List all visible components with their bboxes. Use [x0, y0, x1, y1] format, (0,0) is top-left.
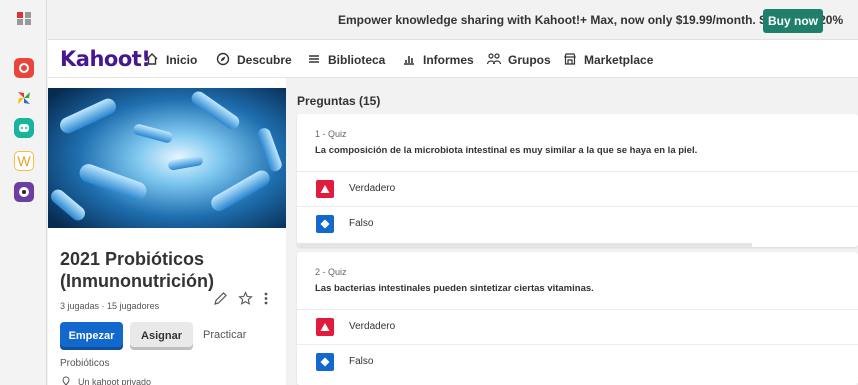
question-card[interactable]: 2 - Quiz Las bacterias intestinales pued… [297, 252, 858, 385]
nav-item-inicio[interactable]: Inicio [144, 52, 197, 68]
answer-row: Falso [297, 344, 858, 379]
nav-item-label: Inicio [166, 53, 198, 67]
kahoot-actions [213, 291, 269, 310]
nav-item-informes[interactable]: Informes [401, 52, 474, 68]
compass-icon [215, 52, 231, 69]
assign-button[interactable]: Asignar [130, 322, 193, 350]
start-button[interactable]: Empezar [60, 322, 123, 350]
nav-item-label: Marketplace [584, 53, 654, 67]
people-icon [486, 52, 502, 69]
question-card[interactable]: 1 - Quiz La composición de la microbiota… [297, 114, 858, 247]
kahoot-title: 2021 Probióticos (Inmunonutrición) [60, 249, 214, 291]
extension-pinwheel-icon[interactable] [14, 88, 34, 108]
nav-item-descubre[interactable]: Descubre [215, 52, 292, 68]
apps-grid-icon[interactable] [14, 8, 34, 28]
triangle-icon [316, 318, 334, 336]
list-icon [306, 52, 322, 69]
kahoot-category: Probióticos [60, 358, 110, 369]
questions-heading: Preguntas (15) [297, 94, 381, 108]
location-pin-icon [62, 376, 70, 385]
visibility-row: Un kahoot privado [62, 376, 151, 385]
nav-item-label: Biblioteca [328, 53, 386, 67]
question-divider [297, 243, 752, 247]
nav-item-marketplace[interactable]: Marketplace [562, 52, 653, 68]
question-text: Las bacterias intestinales pueden sintet… [315, 283, 594, 294]
nav-item-biblioteca[interactable]: Biblioteca [306, 52, 385, 68]
star-icon[interactable] [238, 291, 253, 310]
home-icon [144, 52, 160, 69]
nav-item-grupos[interactable]: Grupos [486, 52, 551, 68]
nav-item-label: Grupos [508, 53, 551, 67]
answer-row: Falso [297, 206, 858, 241]
answer-label: Verdadero [349, 183, 396, 194]
nav-item-label: Informes [423, 53, 474, 67]
kahoot-meta: 3 jugadas · 15 jugadores [60, 301, 160, 311]
diamond-icon [316, 353, 334, 371]
buy-now-button[interactable]: Buy now [763, 9, 823, 33]
edit-icon[interactable] [213, 291, 228, 310]
visibility-text: Un kahoot privado [78, 377, 152, 385]
app-root: W Empower knowledge sharing with Kahoot!… [0, 0, 858, 385]
question-text: La composición de la microbiota intestin… [315, 145, 698, 156]
cover-image [48, 88, 286, 228]
more-options-icon[interactable] [263, 291, 269, 310]
practice-button[interactable]: Practicar [203, 329, 246, 341]
extension-app-icon[interactable] [14, 58, 34, 78]
question-type: 1 - Quiz [315, 129, 347, 139]
answer-label: Verdadero [349, 321, 396, 332]
kahoot-logo[interactable]: Kahoot! [60, 47, 151, 71]
store-icon [562, 52, 578, 69]
answer-row: Verdadero [297, 309, 858, 344]
answer-label: Falso [349, 356, 374, 367]
kahoot-details-panel: 2021 Probióticos (Inmunonutrición) 3 jug… [48, 78, 286, 385]
extension-w-icon[interactable]: W [14, 151, 34, 171]
nav-item-label: Descubre [237, 53, 292, 67]
extension-chat-icon[interactable] [14, 118, 34, 138]
top-nav: Kahoot! Inicio Descubre Biblioteca Infor… [48, 40, 858, 78]
answer-label: Falso [349, 218, 374, 229]
answer-row: Verdadero [297, 171, 858, 206]
question-type: 2 - Quiz [315, 267, 347, 277]
chart-icon [401, 52, 417, 69]
extension-rail: W [0, 0, 47, 385]
diamond-icon [316, 215, 334, 233]
triangle-icon [316, 180, 334, 198]
extension-robot-icon[interactable] [14, 182, 34, 202]
promo-banner: Empower knowledge sharing with Kahoot!+ … [48, 0, 858, 40]
